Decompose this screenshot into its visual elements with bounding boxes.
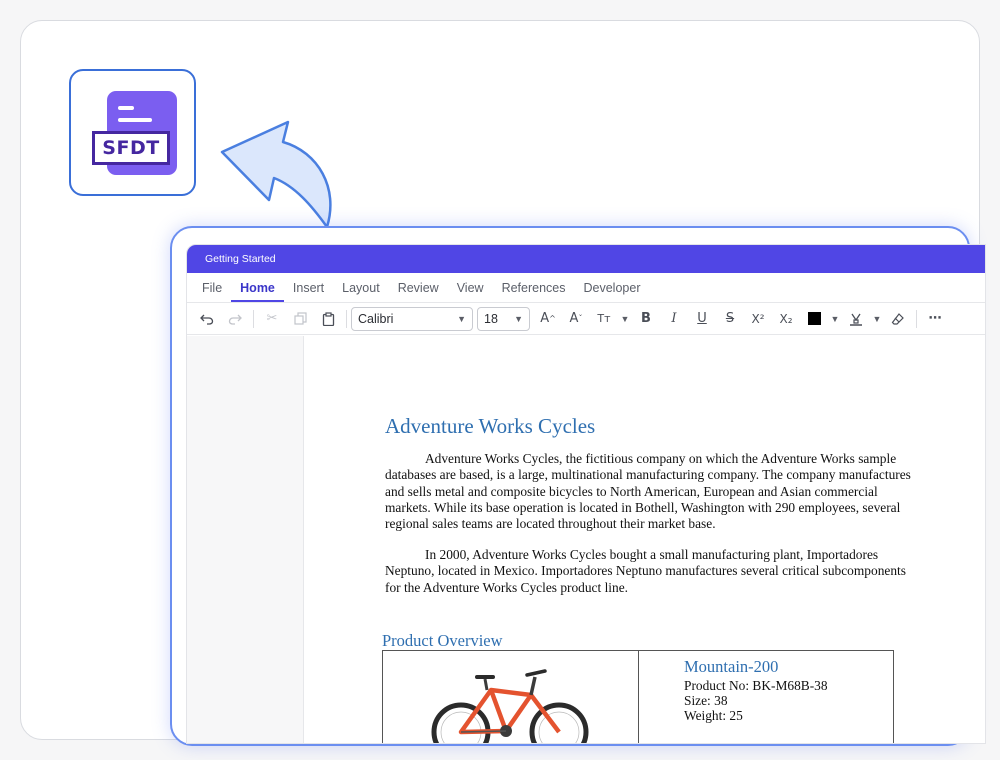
chevron-down-icon[interactable]: ▼: [618, 307, 632, 331]
tab-references[interactable]: References: [493, 273, 575, 302]
font-family-dropdown[interactable]: Calibri ▼: [351, 306, 473, 331]
superscript-icon[interactable]: X²: [744, 307, 772, 331]
chevron-down-icon: ▼: [514, 313, 523, 324]
section-heading: Product Overview: [382, 631, 503, 650]
ribbon-tabs: File Home Insert Layout Review View Refe…: [187, 273, 985, 303]
toolbar-divider: [346, 309, 347, 328]
shrink-font-icon[interactable]: Aˇ: [562, 307, 590, 331]
product-image-cell: [383, 651, 639, 743]
chevron-down-icon[interactable]: ▼: [828, 307, 842, 331]
strikethrough-icon[interactable]: S: [716, 307, 744, 331]
font-family-value: Calibri: [358, 311, 394, 326]
product-table: Mountain-200 Product No: BK-M68B-38 Size…: [382, 650, 894, 743]
document-page[interactable]: Adventure Works Cycles Adventure Works C…: [304, 336, 985, 743]
paste-icon[interactable]: [314, 307, 342, 331]
font-color-swatch: [807, 312, 821, 325]
document-title: Adventure Works Cycles: [385, 414, 596, 438]
font-color-icon[interactable]: [800, 307, 828, 331]
product-info-cell: Mountain-200 Product No: BK-M68B-38 Size…: [639, 651, 893, 743]
tab-view[interactable]: View: [448, 273, 493, 302]
chevron-down-icon: ▼: [457, 313, 466, 324]
toolbar-divider: [253, 309, 254, 328]
paragraph: In 2000, Adventure Works Cycles bought a…: [385, 547, 906, 595]
tab-home[interactable]: Home: [231, 273, 284, 302]
tab-developer[interactable]: Developer: [575, 273, 650, 302]
product-weight: Weight: 25: [684, 708, 743, 723]
clear-format-icon[interactable]: [884, 307, 912, 331]
doc-line: [118, 106, 134, 110]
grow-font-icon[interactable]: A ^: [534, 307, 562, 331]
highlight-icon[interactable]: [842, 307, 870, 331]
change-case-icon[interactable]: Tт: [590, 307, 618, 331]
redo-icon[interactable]: [221, 307, 249, 331]
font-size-dropdown[interactable]: 18 ▼: [477, 306, 530, 331]
tab-review[interactable]: Review: [389, 273, 448, 302]
paragraph: Adventure Works Cycles, the fictitious c…: [385, 451, 911, 532]
chevron-down-icon[interactable]: ▼: [870, 307, 884, 331]
underline-icon[interactable]: U: [688, 307, 716, 331]
curved-arrow-icon: [220, 120, 332, 229]
toolbar-divider: [916, 309, 917, 328]
italic-icon[interactable]: I: [660, 307, 688, 331]
tab-layout[interactable]: Layout: [333, 273, 389, 302]
sfdt-label: SFDT: [92, 131, 170, 165]
bold-icon[interactable]: B: [632, 307, 660, 331]
sfdt-file-tile: SFDT: [69, 69, 196, 196]
subscript-icon[interactable]: X₂: [772, 307, 800, 331]
cut-icon[interactable]: ✂: [258, 307, 286, 331]
bicycle-image: [431, 669, 589, 743]
undo-icon[interactable]: [193, 307, 221, 331]
editor-workarea: Adventure Works Cycles Adventure Works C…: [187, 336, 985, 743]
navigation-pane: [187, 336, 304, 743]
tab-file[interactable]: File: [193, 273, 231, 302]
home-toolbar: ✂ Calibri ▼ 18 ▼ A ^ Aˇ Tт ▼ B I U S X² X…: [187, 303, 985, 335]
font-size-value: 18: [484, 311, 498, 326]
more-icon[interactable]: ⋯: [921, 307, 949, 331]
product-size: Size: 38: [684, 693, 728, 708]
tab-insert[interactable]: Insert: [284, 273, 333, 302]
doc-line: [118, 118, 152, 122]
document-editor-window: Getting Started File Home Insert Layout …: [186, 244, 986, 744]
product-name: Mountain-200: [684, 657, 779, 676]
window-titlebar: Getting Started: [187, 245, 985, 273]
product-number: Product No: BK-M68B-38: [684, 678, 828, 693]
copy-icon[interactable]: [286, 307, 314, 331]
